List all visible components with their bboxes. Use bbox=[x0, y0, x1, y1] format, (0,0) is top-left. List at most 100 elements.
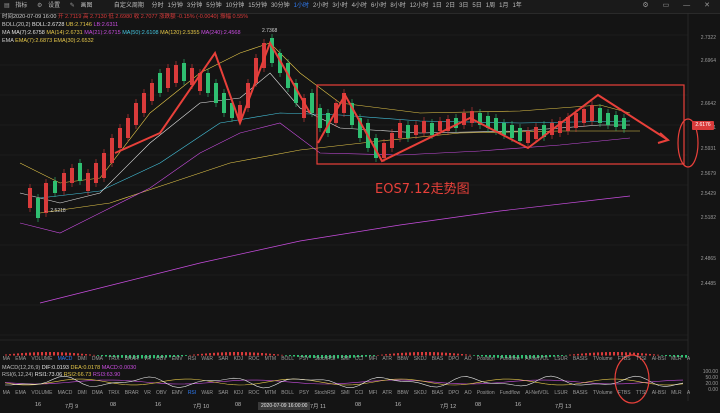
timeframe-2[interactable]: 3分钟 bbox=[185, 0, 204, 13]
indicator-tab-kdj[interactable]: KDJ bbox=[231, 355, 246, 364]
indicator-tab-vr[interactable]: VR bbox=[141, 389, 153, 398]
timeframe-18[interactable]: 1周 bbox=[484, 0, 497, 13]
indicator-tab-boll[interactable]: BOLL bbox=[279, 355, 297, 364]
indicator-tab-roc[interactable]: ROC bbox=[246, 355, 262, 364]
indicator-tab-volume[interactable]: VOLUME bbox=[29, 355, 55, 364]
timeframe-12[interactable]: 8小时 bbox=[388, 0, 407, 13]
indicator-tab-stochrsi[interactable]: StochRSI bbox=[312, 389, 338, 398]
indicator-tab-w-r[interactable]: W&R bbox=[199, 389, 216, 398]
indicator-tab-bbw[interactable]: BBW bbox=[395, 355, 412, 364]
timeframe-7[interactable]: 1小时 bbox=[292, 0, 311, 13]
timeframe-3[interactable]: 5分钟 bbox=[204, 0, 223, 13]
timeframe-13[interactable]: 12小时 bbox=[408, 0, 431, 13]
indicator-tab-obv[interactable]: OBV bbox=[153, 355, 169, 364]
indicator-tab-mtm[interactable]: MTM bbox=[262, 389, 279, 398]
indicator-tab-atr[interactable]: ATR bbox=[380, 389, 395, 398]
indicator-tab-bbw[interactable]: BBW bbox=[395, 389, 412, 398]
indicator-tab-ema[interactable]: EMA bbox=[13, 355, 29, 364]
indicator-tab-obv[interactable]: OBV bbox=[153, 389, 169, 398]
indicator-tab-brar[interactable]: BRAR bbox=[122, 355, 141, 364]
settings-button[interactable]: ⚙ 设置 bbox=[33, 0, 64, 13]
indicator-tab-dma[interactable]: DMA bbox=[89, 355, 105, 364]
timeframe-19[interactable]: 1月 bbox=[497, 0, 510, 13]
indicator-tab-bias[interactable]: BIAS bbox=[429, 355, 446, 364]
indicator-tab-mtm[interactable]: MTM bbox=[262, 355, 279, 364]
indicator-tab-psy[interactable]: PSY bbox=[297, 355, 312, 364]
timeframe-8[interactable]: 2小时 bbox=[311, 0, 330, 13]
indicator-tab-sar[interactable]: SAR bbox=[216, 389, 231, 398]
indicator-tab-al-pdi[interactable]: Al-PDI bbox=[684, 355, 690, 364]
indicator-tab-rsi[interactable]: RSI bbox=[185, 389, 199, 398]
timeframe-14[interactable]: 1日 bbox=[430, 0, 443, 13]
indicator-tab-fundflow[interactable]: Fundflow bbox=[497, 355, 522, 364]
indicator-tab-dmi[interactable]: DMI bbox=[75, 389, 89, 398]
indicator-tab-smi[interactable]: SMI bbox=[338, 355, 352, 364]
indicator-tab-fundflow[interactable]: Fundflow bbox=[497, 389, 522, 398]
indicator-tab-mfi[interactable]: MFI bbox=[366, 355, 380, 364]
indicator-tab-kdj[interactable]: KDJ bbox=[231, 389, 246, 398]
indicator-tab-roc[interactable]: ROC bbox=[246, 389, 262, 398]
timeframe-0[interactable]: 分时 bbox=[150, 0, 166, 13]
indicator-tab-vr[interactable]: VR bbox=[141, 355, 153, 364]
indicator-tab-al-pdi[interactable]: Al-PDI bbox=[684, 389, 690, 398]
indicator-tab-trix[interactable]: TRIX bbox=[106, 355, 123, 364]
kline-chart[interactable] bbox=[0, 13, 720, 413]
indicator-tab-position[interactable]: Position bbox=[474, 389, 497, 398]
indicator-tab-ftbs[interactable]: FTBS bbox=[615, 355, 633, 364]
indicator-tab-ttsi[interactable]: TTSI bbox=[633, 389, 649, 398]
indicator-tab-tvolume[interactable]: TVolume bbox=[590, 355, 615, 364]
indicator-tab-basis[interactable]: BASIS bbox=[570, 389, 590, 398]
indicator-tab-ema[interactable]: EMA bbox=[13, 389, 29, 398]
timeframe-11[interactable]: 6小时 bbox=[369, 0, 388, 13]
indicator-tab-atr[interactable]: ATR bbox=[380, 355, 395, 364]
indicator-tab-mfi[interactable]: MFI bbox=[366, 389, 380, 398]
indicator-tab-basis[interactable]: BASIS bbox=[570, 355, 590, 364]
indicator-tab-emv[interactable]: EMV bbox=[169, 389, 185, 398]
indicator-tab-dpo[interactable]: DPO bbox=[446, 355, 462, 364]
indicator-tab-sar[interactable]: SAR bbox=[216, 355, 231, 364]
timeframe-6[interactable]: 30分钟 bbox=[269, 0, 292, 13]
indicator-tab-mlr[interactable]: MLR bbox=[669, 389, 685, 398]
indicator-tab-ao[interactable]: AO bbox=[462, 355, 474, 364]
indicator-tab-skdj[interactable]: SKDJ bbox=[411, 355, 429, 364]
indicator-tab-rsi[interactable]: RSI bbox=[185, 355, 199, 364]
indicator-tab-al-netvol[interactable]: Al-NetVOL bbox=[523, 355, 552, 364]
indicator-tab-stochrsi[interactable]: StochRSI bbox=[312, 355, 338, 364]
indicator-tab-macd[interactable]: MACD bbox=[55, 355, 75, 364]
timeframe-20[interactable]: 1年 bbox=[510, 0, 523, 13]
indicator-tab-boll[interactable]: BOLL bbox=[279, 389, 297, 398]
window-controls[interactable]: ⚙ ▭ — ✕ bbox=[642, 1, 716, 9]
draw-button[interactable]: ✎ 画图 bbox=[66, 0, 97, 13]
indicator-tab-emv[interactable]: EMV bbox=[169, 355, 185, 364]
timeframe-5[interactable]: 15分钟 bbox=[246, 0, 269, 13]
indicators-button[interactable]: ▤ 指标 bbox=[0, 0, 31, 13]
indicator-tab-w-r[interactable]: W&R bbox=[199, 355, 216, 364]
indicator-tab-ma[interactable]: MA bbox=[0, 389, 13, 398]
indicator-tab-psy[interactable]: PSY bbox=[297, 389, 312, 398]
indicator-tab-tvolume[interactable]: TVolume bbox=[590, 389, 615, 398]
timeframe-15[interactable]: 2日 bbox=[444, 0, 457, 13]
indicator-tab-lsur[interactable]: LSUR bbox=[552, 389, 571, 398]
timeframe-9[interactable]: 3小时 bbox=[330, 0, 349, 13]
indicator-tab-skdj[interactable]: SKDJ bbox=[411, 389, 429, 398]
indicator-tab-brar[interactable]: BRAR bbox=[122, 389, 141, 398]
timeframe-10[interactable]: 4小时 bbox=[350, 0, 369, 13]
indicator-tab-dma[interactable]: DMA bbox=[89, 389, 105, 398]
indicator-tab-ftbs[interactable]: FTBS bbox=[615, 389, 633, 398]
indicator-tab-ao[interactable]: AO bbox=[462, 389, 474, 398]
timeframe-16[interactable]: 3日 bbox=[457, 0, 470, 13]
timeframe-4[interactable]: 10分钟 bbox=[224, 0, 247, 13]
timeframe-1[interactable]: 1分钟 bbox=[166, 0, 185, 13]
indicator-tab-ttsi[interactable]: TTSI bbox=[633, 355, 649, 364]
indicator-tab-volume[interactable]: VOLUME bbox=[29, 389, 55, 398]
indicator-tab-cci[interactable]: CCI bbox=[352, 355, 366, 364]
indicator-tab-cci[interactable]: CCI bbox=[352, 389, 366, 398]
indicator-tab-dpo[interactable]: DPO bbox=[446, 389, 462, 398]
indicator-tab-macd[interactable]: MACD bbox=[55, 389, 75, 398]
indicator-tab-mlr[interactable]: MLR bbox=[669, 355, 685, 364]
indicator-tab-al-bsi[interactable]: Al-BSI bbox=[649, 389, 668, 398]
indicator-tab-trix[interactable]: TRIX bbox=[106, 389, 123, 398]
timeframe-17[interactable]: 5日 bbox=[470, 0, 483, 13]
indicator-tab-dmi[interactable]: DMI bbox=[75, 355, 89, 364]
indicator-tab-ma[interactable]: MA bbox=[0, 355, 13, 364]
